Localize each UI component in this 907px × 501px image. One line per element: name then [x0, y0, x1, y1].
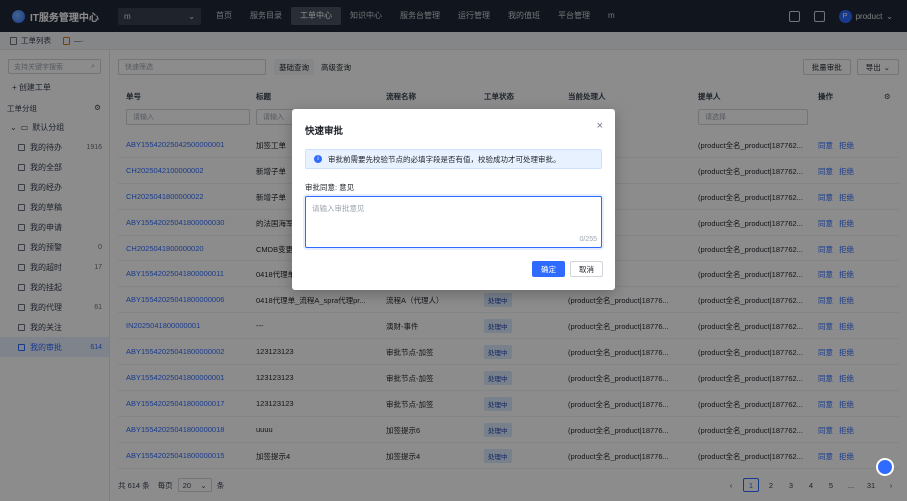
- dialog-title: 快速审批: [305, 126, 344, 137]
- opinion-textarea[interactable]: 请输入审批意见 0/255: [305, 196, 602, 248]
- cancel-button[interactable]: 取消: [570, 261, 603, 277]
- info-alert: i 审批前需要先校验节点的必填字段是否有值，校验成功才可处理审批。: [305, 149, 602, 169]
- close-icon[interactable]: ×: [597, 121, 603, 132]
- char-counter: 0/255: [579, 236, 597, 243]
- info-icon: i: [314, 155, 322, 163]
- assistant-float-button[interactable]: [876, 458, 894, 476]
- alert-text: 审批前需要先校验节点的必填字段是否有值，校验成功才可处理审批。: [328, 154, 561, 164]
- quick-approve-dialog: 快速审批 × i 审批前需要先校验节点的必填字段是否有值，校验成功才可处理审批。…: [292, 109, 615, 290]
- textarea-placeholder: 请输入审批意见: [312, 204, 365, 213]
- confirm-button[interactable]: 确定: [532, 261, 565, 277]
- opinion-label: 审批同意: 意见: [305, 183, 355, 192]
